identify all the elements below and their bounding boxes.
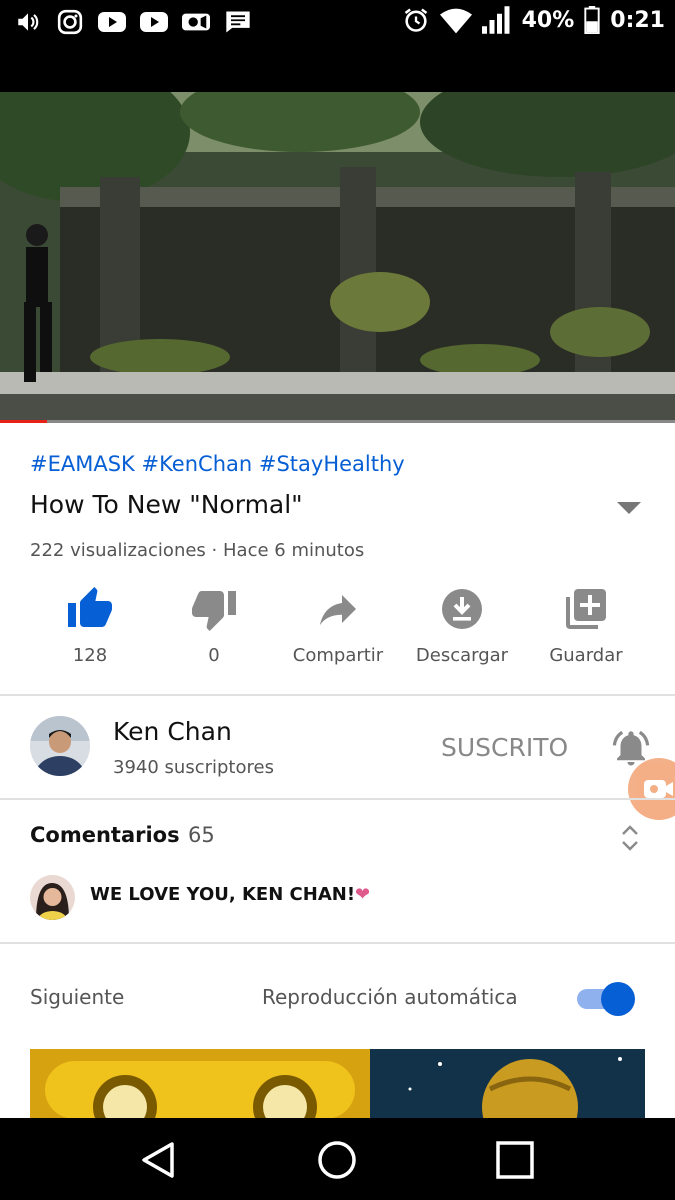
top-comment[interactable]: WE LOVE YOU, KEN CHAN!❤ [90, 884, 370, 905]
battery-percent: 40% [521, 7, 575, 33]
download-icon [442, 589, 482, 629]
heart-icon: ❤ [355, 884, 371, 905]
commenter-avatar[interactable] [30, 875, 75, 920]
alarm-icon [404, 8, 427, 32]
volume-icon [14, 8, 42, 36]
expand-comments-icon[interactable] [619, 823, 641, 853]
thumbs-up-icon [68, 587, 112, 627]
video-progress-fill [0, 420, 48, 423]
youtube-icon [98, 8, 126, 36]
youtube-icon [140, 8, 168, 36]
channel-name[interactable]: Ken Chan [113, 717, 232, 746]
video-hashtags[interactable]: #EAMASK #KenChan #StayHealthy [30, 452, 405, 476]
video-meta: 222 visualizaciones · Hace 6 minutos [30, 540, 364, 561]
save-label: Guardar [549, 645, 623, 666]
divider [0, 694, 675, 696]
back-icon[interactable] [136, 1138, 180, 1182]
dislike-count: 0 [208, 645, 220, 666]
view-count: 222 visualizaciones [30, 540, 206, 561]
share-label: Compartir [292, 645, 384, 666]
thumbs-down-icon [192, 591, 236, 631]
instagram-icon [56, 8, 84, 36]
like-button[interactable]: 128 [28, 585, 152, 666]
clock: 0:21 [610, 7, 665, 33]
meta-separator: · [211, 540, 218, 561]
save-button[interactable]: Guardar [524, 585, 648, 666]
video-frame [0, 92, 675, 423]
system-nav-bar [0, 1118, 675, 1200]
wifi-icon [439, 8, 472, 34]
recent-apps-icon[interactable] [493, 1138, 537, 1182]
home-icon[interactable] [315, 1138, 359, 1182]
divider [0, 798, 675, 800]
dislike-button[interactable]: 0 [152, 585, 276, 666]
video-player[interactable] [0, 45, 675, 423]
battery-icon [584, 6, 600, 34]
system-status: 40% 0:21 [402, 6, 665, 34]
upload-time: Hace 6 minutos [223, 540, 365, 561]
channel-avatar[interactable] [30, 716, 90, 776]
subscribed-button[interactable]: SUSCRITO [441, 733, 568, 762]
autoplay-toggle[interactable] [577, 982, 641, 1016]
next-video-thumbnail[interactable] [30, 1049, 645, 1119]
top-comment-text: WE LOVE YOU, KEN CHAN! [90, 884, 356, 905]
comments-label[interactable]: Comentarios [30, 823, 180, 847]
share-button[interactable]: Compartir [276, 585, 400, 666]
video-progress-bar[interactable] [0, 420, 675, 423]
signal-icon [481, 6, 510, 34]
notification-icons [14, 8, 252, 36]
toggle-knob [601, 982, 635, 1016]
video-camera-icon [182, 8, 210, 36]
screen-record-button[interactable] [628, 758, 675, 820]
video-actions: 128 0 Compartir Descargar Guardar [28, 585, 648, 666]
up-next-label: Siguiente [30, 985, 125, 1009]
autoplay-label: Reproducción automática [262, 985, 518, 1009]
divider [0, 942, 675, 944]
like-count: 128 [72, 645, 108, 666]
status-bar: 40% 0:21 [0, 0, 675, 45]
save-playlist-icon [566, 589, 606, 629]
download-button[interactable]: Descargar [400, 585, 524, 666]
video-camera-icon [644, 780, 673, 798]
video-title: How To New "Normal" [30, 490, 303, 519]
comments-count: 65 [188, 823, 215, 847]
chevron-down-icon[interactable] [617, 502, 641, 514]
download-label: Descargar [415, 645, 509, 666]
subscriber-count: 3940 suscriptores [113, 757, 274, 778]
share-icon [320, 595, 356, 625]
message-icon [224, 8, 252, 36]
